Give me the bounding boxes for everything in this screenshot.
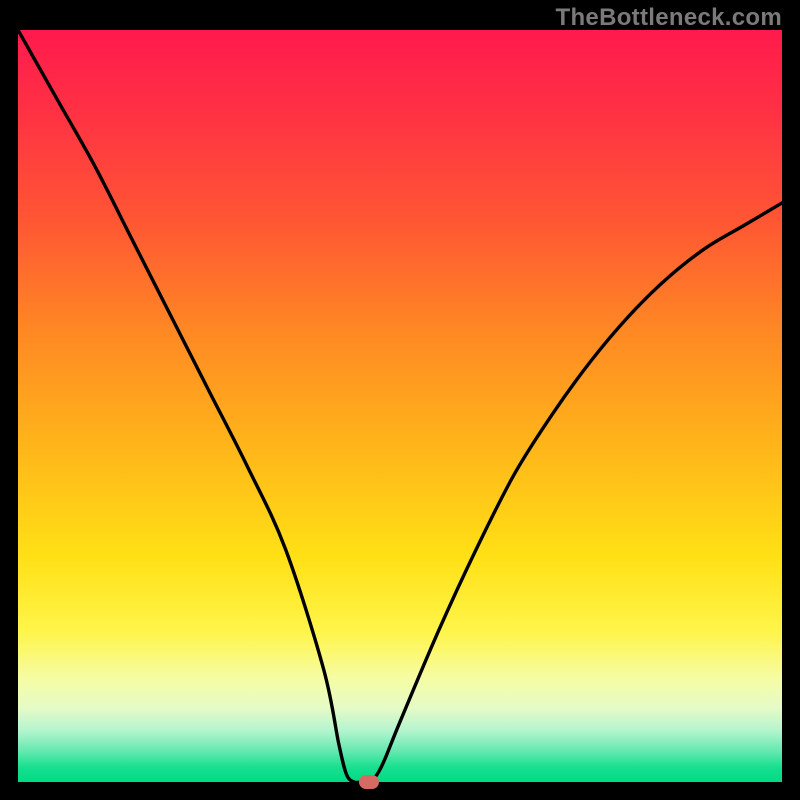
watermark-text: TheBottleneck.com bbox=[556, 4, 782, 32]
optimal-point-marker bbox=[359, 775, 379, 789]
gradient-plot-area bbox=[18, 30, 782, 782]
bottleneck-curve bbox=[18, 30, 782, 782]
chart-frame: TheBottleneck.com bbox=[0, 0, 800, 800]
